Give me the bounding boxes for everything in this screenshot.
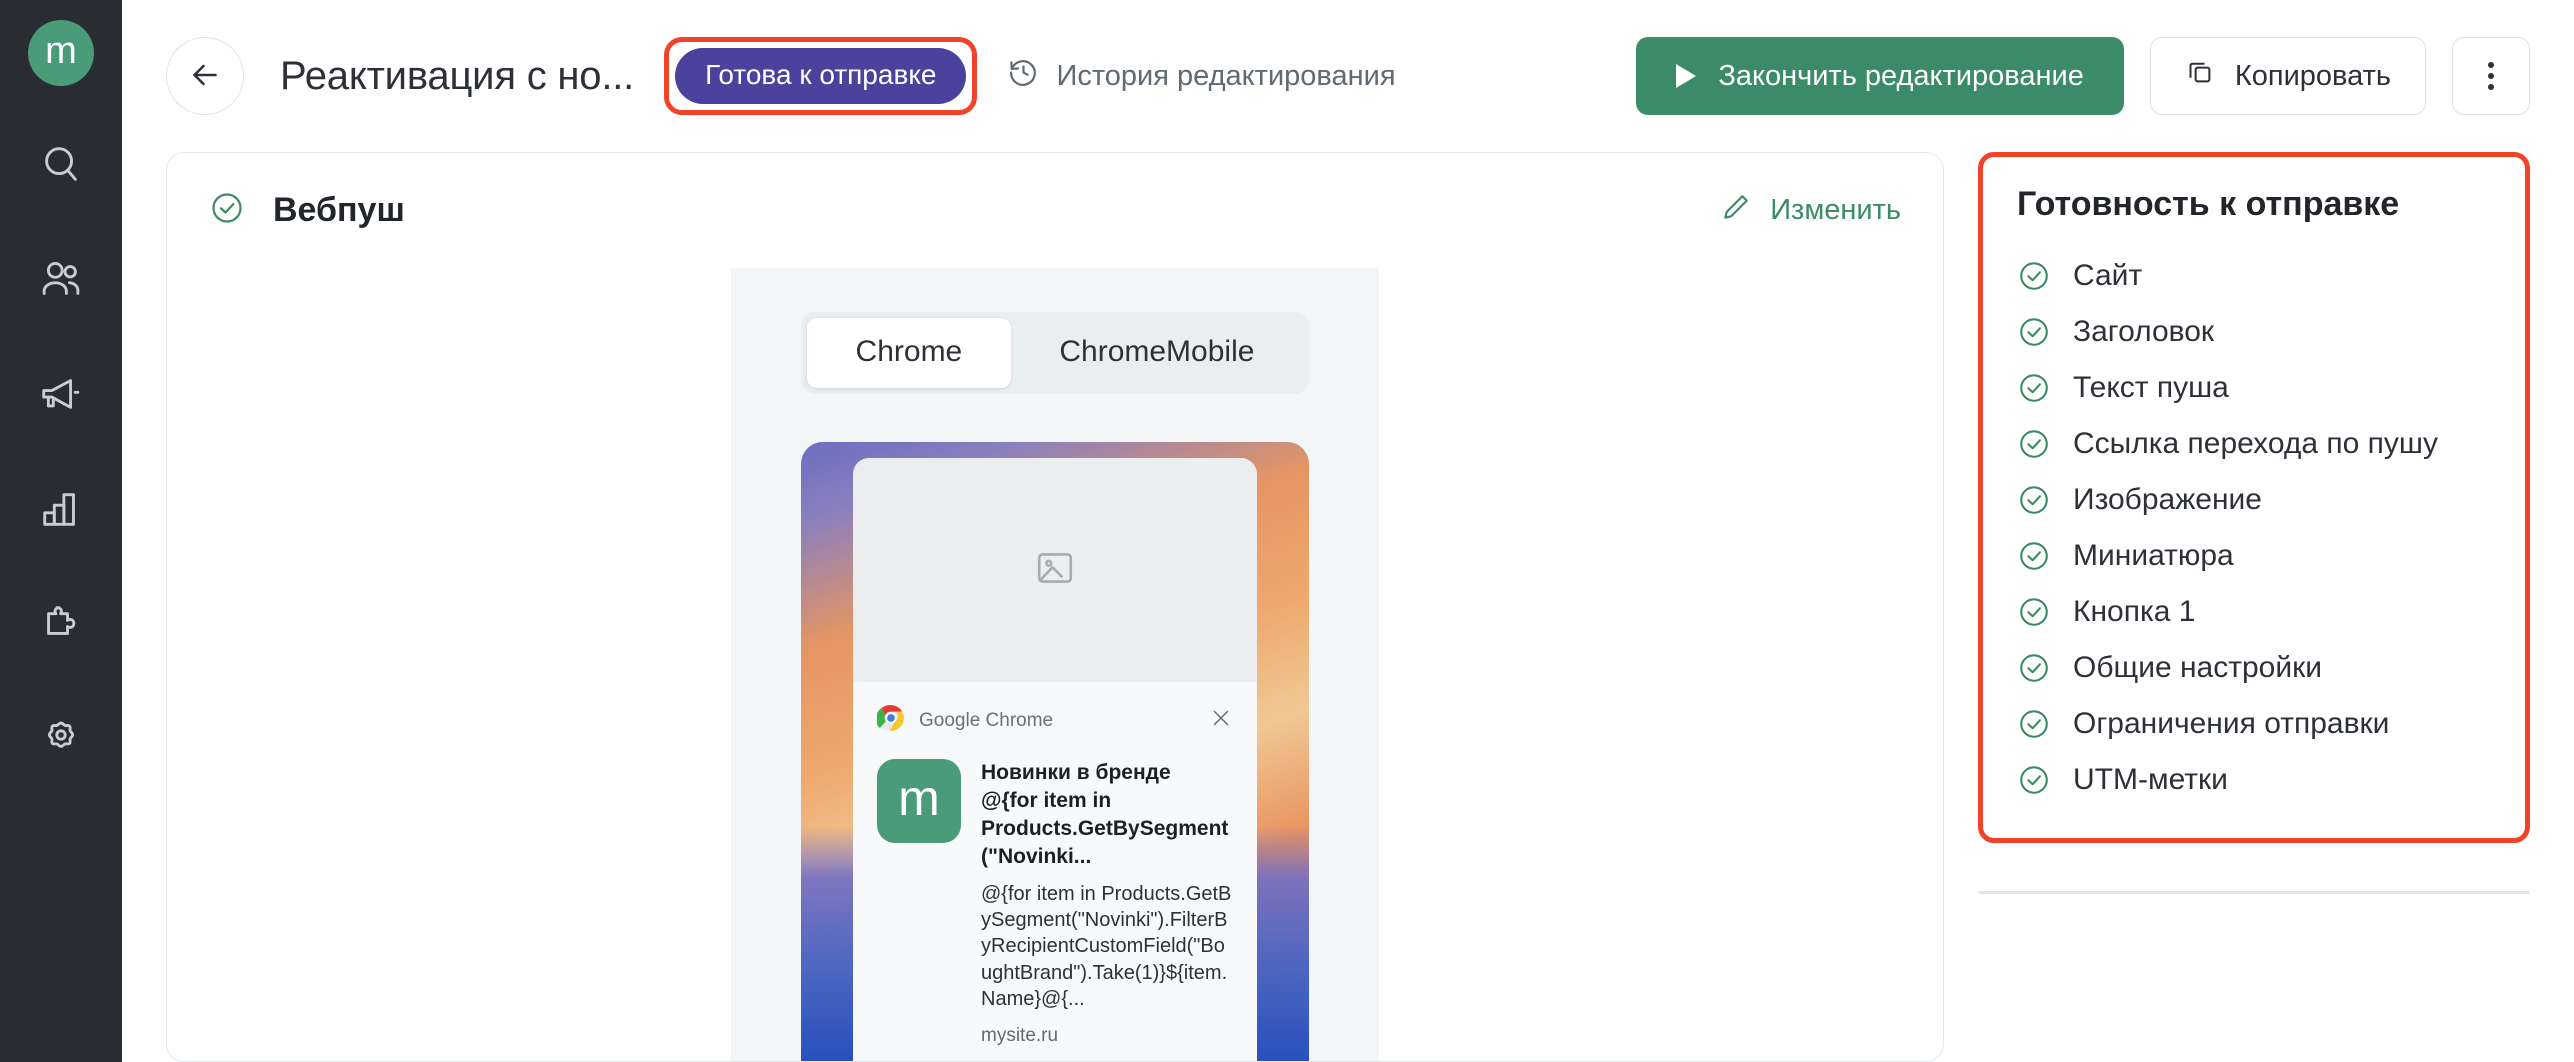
readiness-item-label: Кнопка 1 <box>2073 595 2196 628</box>
readiness-item[interactable]: Текст пуша <box>2017 360 2491 416</box>
check-circle-icon <box>2020 598 2048 626</box>
check-circle-icon <box>2020 430 2048 458</box>
notification-texts: Новинки в бренде @{for item in Products.… <box>981 759 1233 1047</box>
notification-description: @{for item in Products.GetBySegment("Nov… <box>981 882 1232 1011</box>
chrome-icon <box>875 704 905 737</box>
notification-image-placeholder <box>853 458 1257 682</box>
preview-frame: Chrome ChromeMobile Google Chrome m Нови… <box>731 268 1379 1061</box>
page-title: Реактивация с но... <box>280 53 635 98</box>
notification-site: mysite.ru <box>981 1024 1059 1046</box>
arrow-left-icon <box>187 57 223 96</box>
sidebar-item-campaigns[interactable] <box>0 336 122 451</box>
check-circle-icon <box>2020 486 2048 514</box>
phone-wallpaper: Google Chrome m Новинки в бренде @{for i… <box>801 442 1309 1061</box>
gear-icon <box>38 716 84 762</box>
copy-button[interactable]: Копировать <box>2149 37 2426 115</box>
notification-app-row: Google Chrome <box>875 704 1233 737</box>
status-badge[interactable]: Готова к отправке <box>675 48 967 104</box>
sidebar-item-analytics[interactable] <box>0 451 122 566</box>
readiness-item-label: Ссылка перехода по пушу <box>2073 427 2438 460</box>
sidebar-item-search[interactable] <box>0 106 122 221</box>
edit-webpush-link[interactable]: Изменить <box>1720 191 1901 231</box>
copy-icon <box>2185 57 2215 95</box>
readiness-item[interactable]: Кнопка 1 <box>2017 584 2491 640</box>
image-placeholder-icon <box>1033 546 1077 595</box>
webpush-card: Вебпуш Изменить Chrome ChromeMobile Goog… <box>166 152 1944 1062</box>
megaphone-icon <box>38 371 84 417</box>
check-circle-icon <box>2020 766 2048 794</box>
readiness-item[interactable]: Миниатюра <box>2017 528 2491 584</box>
readiness-item-label: Ограничения отправки <box>2073 707 2390 740</box>
brand-logo[interactable]: m <box>0 0 122 106</box>
pencil-icon <box>1720 191 1752 231</box>
logo-mark: m <box>28 20 94 86</box>
readiness-item-label: Общие настройки <box>2073 651 2322 684</box>
back-button[interactable] <box>166 37 244 115</box>
status-badge-highlight: Готова к отправке <box>664 37 978 115</box>
readiness-item[interactable]: Изображение <box>2017 472 2491 528</box>
readiness-item-label: Заголовок <box>2073 315 2215 348</box>
kebab-menu-icon <box>2488 62 2494 68</box>
finish-editing-label: Закончить редактирование <box>1718 59 2084 92</box>
readiness-item[interactable]: UTM-метки <box>2017 752 2491 808</box>
play-icon <box>1676 64 1697 88</box>
kebab-menu-icon-dot2 <box>2488 73 2494 79</box>
readiness-item[interactable]: Ссылка перехода по пушу <box>2017 416 2491 472</box>
sidebar-item-integrations[interactable] <box>0 566 122 681</box>
kebab-menu-icon-dot3 <box>2488 84 2494 90</box>
copy-label: Копировать <box>2234 59 2391 92</box>
check-circle-icon <box>2020 374 2048 402</box>
platform-tabs: Chrome ChromeMobile <box>801 312 1309 394</box>
search-icon <box>38 141 84 187</box>
puzzle-icon <box>38 601 84 647</box>
readiness-item-label: Изображение <box>2073 483 2262 516</box>
check-circle-icon <box>209 190 245 231</box>
readiness-item[interactable]: Заголовок <box>2017 304 2491 360</box>
body-area: Вебпуш Изменить Chrome ChromeMobile Goog… <box>122 152 2574 1062</box>
more-options-button[interactable] <box>2452 37 2530 115</box>
finish-editing-button[interactable]: Закончить редактирование <box>1636 37 2124 115</box>
page-header: Реактивация с но... Готова к отправке Ис… <box>122 0 2574 152</box>
readiness-item-label: Миниатюра <box>2073 539 2234 572</box>
preview-area: Chrome ChromeMobile Google Chrome m Нови… <box>167 268 1943 1061</box>
tab-chrome[interactable]: Chrome <box>807 318 1011 388</box>
edit-history-link[interactable]: История редактирования <box>1007 56 1396 97</box>
notification-avatar: m <box>877 759 961 843</box>
webpush-card-header: Вебпуш Изменить <box>167 153 1943 268</box>
sidebar-item-customers[interactable] <box>0 221 122 336</box>
readiness-list: Сайт Заголовок Текст пуша Ссылка перехода п… <box>2017 248 2491 808</box>
readiness-card: Готовность к отправке Сайт Заголовок Текст… <box>1978 152 2530 843</box>
users-icon <box>38 256 84 302</box>
notification-preview: Google Chrome m Новинки в бренде @{for i… <box>853 458 1257 1061</box>
readiness-item-label: Текст пуша <box>2073 371 2229 404</box>
notification-title: Новинки в бренде @{for item in Products.… <box>981 761 1229 868</box>
readiness-item[interactable]: Общие настройки <box>2017 640 2491 696</box>
section-divider <box>1978 891 2530 894</box>
check-circle-icon <box>2020 262 2048 290</box>
webpush-card-title: Вебпуш <box>273 191 405 229</box>
clock-rewind-icon <box>1007 56 1040 97</box>
readiness-item-label: Сайт <box>2073 259 2143 292</box>
readiness-item[interactable]: Ограничения отправки <box>2017 696 2491 752</box>
close-icon[interactable] <box>1209 706 1233 735</box>
edit-history-label: История редактирования <box>1056 59 1396 92</box>
edit-webpush-label: Изменить <box>1770 194 1901 226</box>
check-circle-icon <box>2020 654 2048 682</box>
tab-chromemobile[interactable]: ChromeMobile <box>1011 318 1303 388</box>
sidebar-item-settings[interactable] <box>0 681 122 796</box>
readiness-item[interactable]: Сайт <box>2017 248 2491 304</box>
notification-app-name: Google Chrome <box>919 709 1054 731</box>
notification-main: m Новинки в бренде @{for item in Product… <box>877 759 1233 1047</box>
right-column: Готовность к отправке Сайт Заголовок Текст… <box>1978 152 2530 1062</box>
readiness-item-label: UTM-метки <box>2073 763 2228 796</box>
check-circle-icon <box>2020 542 2048 570</box>
check-circle-icon <box>2020 710 2048 738</box>
main-sidebar: m <box>0 0 122 1062</box>
bar-chart-icon <box>38 486 84 532</box>
app-root: m Реактивация с но... Готова к отправке … <box>0 0 2574 1062</box>
notification-body: Google Chrome m Новинки в бренде @{for i… <box>853 682 1257 1061</box>
check-circle-icon <box>2020 318 2048 346</box>
readiness-title: Готовность к отправке <box>2017 185 2400 223</box>
main-region: Реактивация с но... Готова к отправке Ис… <box>122 0 2574 1062</box>
